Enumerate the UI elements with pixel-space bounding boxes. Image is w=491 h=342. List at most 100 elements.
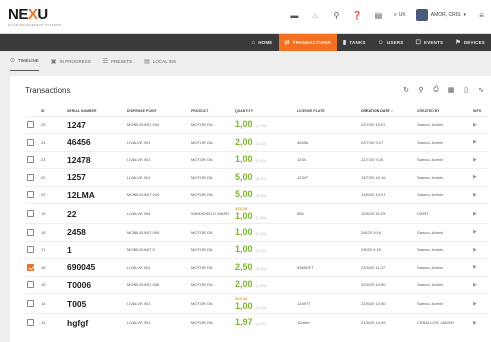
nav-item-home[interactable]: ⌂ HOME <box>245 34 278 51</box>
nav-item-label: TANKS <box>349 40 366 45</box>
user-menu[interactable]: AMOR, CRIS ▾ <box>415 9 466 21</box>
table-row[interactable]: 24 46456 LIVALVE 001 MOTOR OIL 2,00 (2,00) 464… <box>25 133 489 151</box>
row-checkbox-cell <box>25 203 39 224</box>
row-checkbox[interactable] <box>27 138 34 146</box>
devices-icon: ⚑ <box>455 40 461 46</box>
nav-item-tanks[interactable]: ▮ TANKS <box>337 34 372 51</box>
play-icon[interactable]: ▶ <box>473 174 477 180</box>
play-icon[interactable]: ▶ <box>473 211 477 217</box>
menu-icon[interactable]: ≡ <box>476 10 487 21</box>
row-product: MOTOR OIL <box>189 133 233 151</box>
row-checkbox[interactable] <box>27 246 34 254</box>
tab-local-ins[interactable]: ▤ LOCAL INS <box>144 51 176 71</box>
table-row[interactable]: 19 22 LIVALVE 004 WINDSHIELD WASH 323.25 1,00… <box>25 203 489 224</box>
calendar-icon[interactable]: ▦ <box>447 86 455 94</box>
logo: NEXU <box>8 6 48 23</box>
row-checkbox[interactable] <box>27 319 34 326</box>
row-checkbox[interactable] <box>27 263 34 271</box>
play-icon[interactable]: ▶ <box>473 301 477 307</box>
table-row[interactable]: 14 T005 LIVALVE 001 MOTOR OIL 323.43 1,00 (1,0… <box>25 293 489 314</box>
row-checkbox[interactable] <box>27 210 34 217</box>
print-icon[interactable]: ⎙ <box>432 86 440 94</box>
col-info: INFO <box>473 108 482 113</box>
refresh-icon[interactable]: ↻ <box>402 86 410 94</box>
table-row[interactable]: 17 1 MOBILEUNIT 5 MOTOR OIL 1,00 (1,00) 2/6/20… <box>25 240 489 259</box>
language-selector[interactable]: ≡ UK <box>394 12 406 18</box>
play-icon[interactable]: ▶ <box>473 282 477 288</box>
card-icon[interactable]: ▬ <box>289 10 300 21</box>
row-serial: 1 <box>65 240 125 259</box>
nav-item-users[interactable]: ☺ USERS <box>372 34 410 51</box>
col-product[interactable]: PRODUCT <box>189 106 233 116</box>
col-creation-date[interactable]: CREATION DATE ↓ <box>359 106 415 116</box>
tab-timeline[interactable]: ⊙ TIMELINE <box>10 51 39 71</box>
row-checkbox[interactable] <box>27 156 34 164</box>
row-quantity-preset: (1,97) <box>255 321 266 326</box>
row-checkbox-cell <box>25 258 39 276</box>
row-checkbox[interactable] <box>27 281 34 289</box>
play-icon[interactable]: ▶ <box>473 139 477 145</box>
play-icon[interactable]: ▶ <box>473 264 477 270</box>
row-checkbox[interactable] <box>27 228 34 236</box>
help-icon[interactable]: ❓ <box>352 10 363 21</box>
row-creation-date: 11/6/20 15:23 <box>359 203 415 224</box>
row-product: MOTOR OIL <box>189 223 233 241</box>
table-row[interactable]: 15 T0006 MOBILEUNIT 006 MOTOR OIL 2,00 (2,00)… <box>25 275 489 294</box>
col-created-by[interactable]: CREATED BY <box>415 106 471 116</box>
row-checkbox-cell <box>25 313 39 331</box>
row-creation-date: 2/6/20 9:16 <box>359 223 415 241</box>
row-license-plate <box>295 115 359 134</box>
row-created-by: Samou, Admin <box>415 150 471 169</box>
flame-icon[interactable]: ♨ <box>310 10 321 21</box>
file-icon[interactable]: ▯ <box>462 86 470 94</box>
col-serial[interactable]: SERIAL NUMBER <box>65 106 125 116</box>
nav-item-devices[interactable]: ⚑ DEVICES <box>449 34 491 51</box>
table-row[interactable]: 20 12LMA MOBILEUNIT 004 MOTOR OIL 5,00 (5,00)… <box>25 185 489 204</box>
row-dispense-point: MOBILEUNIT 5 <box>125 240 189 259</box>
logo-subtitle: FLUID MANAGEMENT SYSTEMS <box>8 23 62 27</box>
row-creation-date: 22/5/20 10:50 <box>359 275 415 294</box>
row-checkbox[interactable] <box>27 173 34 181</box>
table-row[interactable]: 23 12478 LIVALVE 001 MOTOR OIL 1,00 (1,00) 123… <box>25 150 489 169</box>
play-icon[interactable]: ▶ <box>473 247 477 253</box>
card-toolbar: ↻ ⚲ ⎙ ▦ ▯ ∿ <box>402 86 485 94</box>
row-quantity-cell: 5,00 (5,00) <box>233 185 295 204</box>
row-quantity-preset: (1,00) <box>255 123 266 129</box>
row-product: MOTOR OIL <box>189 115 233 134</box>
col-id[interactable]: ID <box>39 106 65 116</box>
row-checkbox[interactable] <box>27 191 34 199</box>
table-row[interactable]: 22 1257 LIVALVE 001 MOTOR OIL 5,00 (5,00) 1234… <box>25 168 489 186</box>
search-icon[interactable]: ⚲ <box>417 86 425 94</box>
row-created-by: Samou, Admin <box>415 240 471 259</box>
terminal-icon[interactable]: ▤ <box>373 10 384 21</box>
row-checkbox[interactable] <box>27 121 34 129</box>
chart-icon[interactable]: ∿ <box>477 86 485 94</box>
col-quantity[interactable]: QUANTITY <box>233 106 295 116</box>
nav-item-events[interactable]: ☐ EVENTS <box>409 34 449 51</box>
table-row[interactable]: 13 hgfgf LIVALVE 001 MOTOR OIL 1,97 (1,97) 12r… <box>25 313 489 331</box>
play-icon[interactable]: ▶ <box>473 192 477 198</box>
table-row[interactable]: 16 690045 LIVALVE 001 MOTOR OIL 2,50 (2,50) 53… <box>25 258 489 276</box>
nav-item-transactions[interactable]: ⇄ TRANSACTIONS <box>278 34 337 51</box>
row-created-by: USER <box>415 203 471 224</box>
pin-icon[interactable]: ⚲ <box>331 10 342 21</box>
play-icon[interactable]: ▶ <box>473 229 477 235</box>
events-icon: ☐ <box>415 40 422 46</box>
row-license-plate: 1234 <box>295 150 359 169</box>
play-icon[interactable]: ▶ <box>473 122 477 128</box>
play-icon[interactable]: ▶ <box>473 157 477 163</box>
row-serial: 1257 <box>65 168 125 186</box>
play-icon[interactable]: ▶ <box>473 320 477 326</box>
row-serial: 1247 <box>65 115 125 134</box>
col-dispense-point[interactable]: DISPENSE POINT <box>125 106 189 116</box>
table-row[interactable]: 18 2458 MOBILEUNIT 004 MOTOR OIL 1,00 (1,00) 2… <box>25 223 489 241</box>
tab-label: PRESETS <box>111 58 133 64</box>
tab-presets[interactable]: ☰ PRESETS <box>103 51 132 71</box>
row-license-plate <box>295 223 359 241</box>
row-license-plate <box>295 185 359 204</box>
col-license-plate[interactable]: LICENSE PLATE <box>295 106 359 116</box>
row-license-plate: 1249TT <box>295 293 359 314</box>
tab-in-progress[interactable]: ▣ IN PROGRESS <box>51 51 91 71</box>
table-row[interactable]: 25 1247 MOBILEUNIT 004 MOTOR OIL 1,00 (1,00) 2… <box>25 115 489 134</box>
row-checkbox[interactable] <box>27 300 34 307</box>
